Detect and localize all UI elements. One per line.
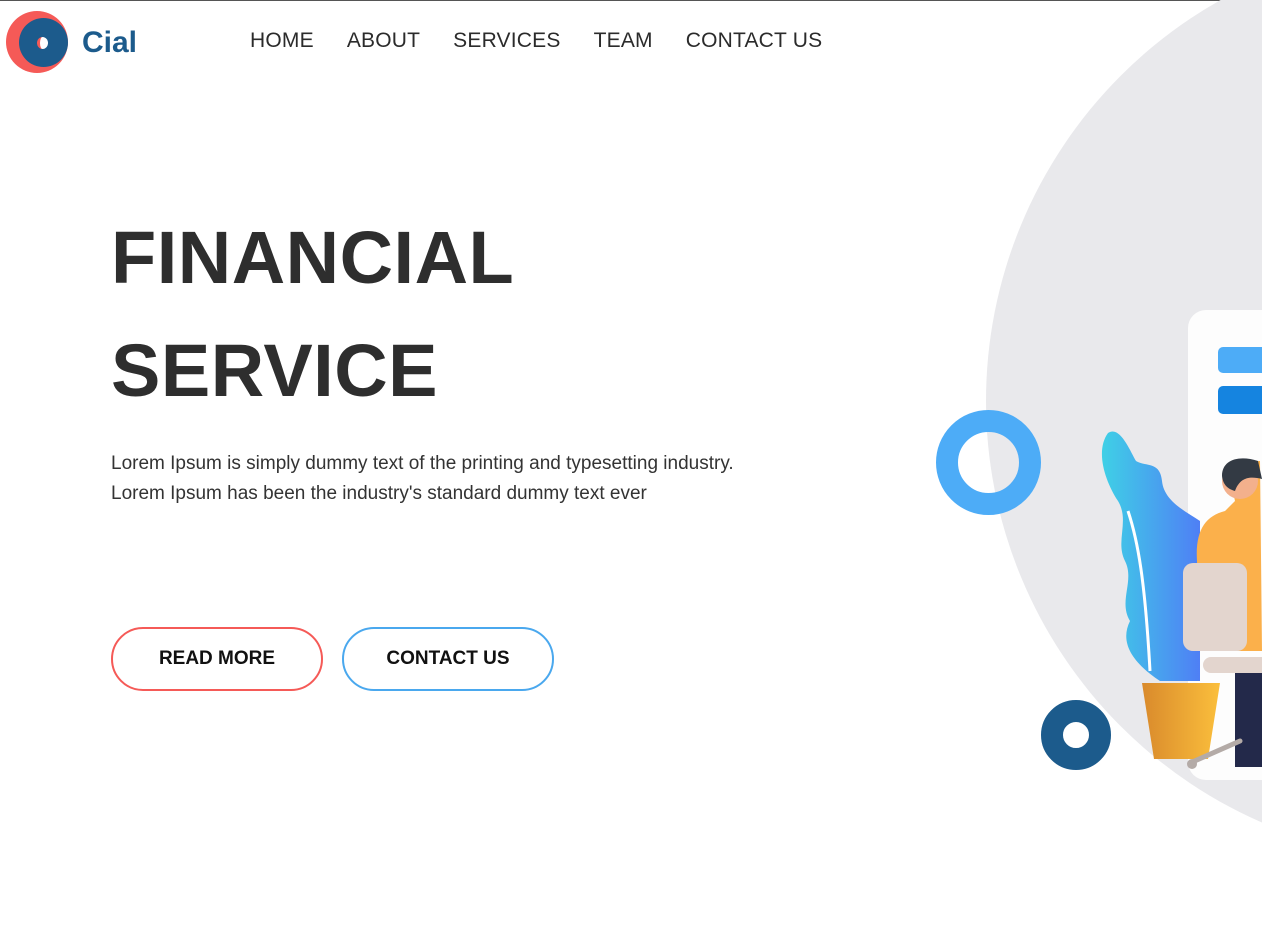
contact-us-button[interactable]: CONTACT US: [342, 627, 554, 691]
light-blue-ring-icon: [936, 410, 1041, 515]
hero-description: Lorem Ipsum is simply dummy text of the …: [111, 449, 871, 509]
main-nav: HOME ABOUT SERVICES TEAM CONTACT US: [250, 29, 822, 53]
hero-description-line1: Lorem Ipsum is simply dummy text of the …: [111, 453, 734, 474]
dark-blue-ring-icon: [1041, 700, 1111, 770]
logo-text: Cial: [82, 26, 138, 59]
nav-services[interactable]: SERVICES: [453, 29, 560, 53]
hero-description-line2: Lorem Ipsum has been the industry's stan…: [111, 483, 647, 504]
nav-contact-us[interactable]: CONTACT US: [686, 29, 823, 53]
illustration-bar-dark: [1218, 386, 1262, 414]
nav-home[interactable]: HOME: [250, 29, 314, 53]
logo[interactable]: Cial: [6, 11, 137, 75]
nav-team[interactable]: TEAM: [594, 29, 653, 53]
plant-pot: [1142, 683, 1220, 759]
nav-about[interactable]: ABOUT: [347, 29, 420, 53]
hero-title: FINANCIAL SERVICE: [111, 201, 514, 427]
hero-title-line2: SERVICE: [111, 329, 439, 412]
read-more-button[interactable]: READ MORE: [111, 627, 323, 691]
person-at-desk-illustration: [1101, 431, 1262, 769]
logo-mark-icon: [6, 11, 70, 75]
hero-title-line1: FINANCIAL: [111, 216, 515, 299]
illustration-bar-light: [1218, 347, 1262, 373]
